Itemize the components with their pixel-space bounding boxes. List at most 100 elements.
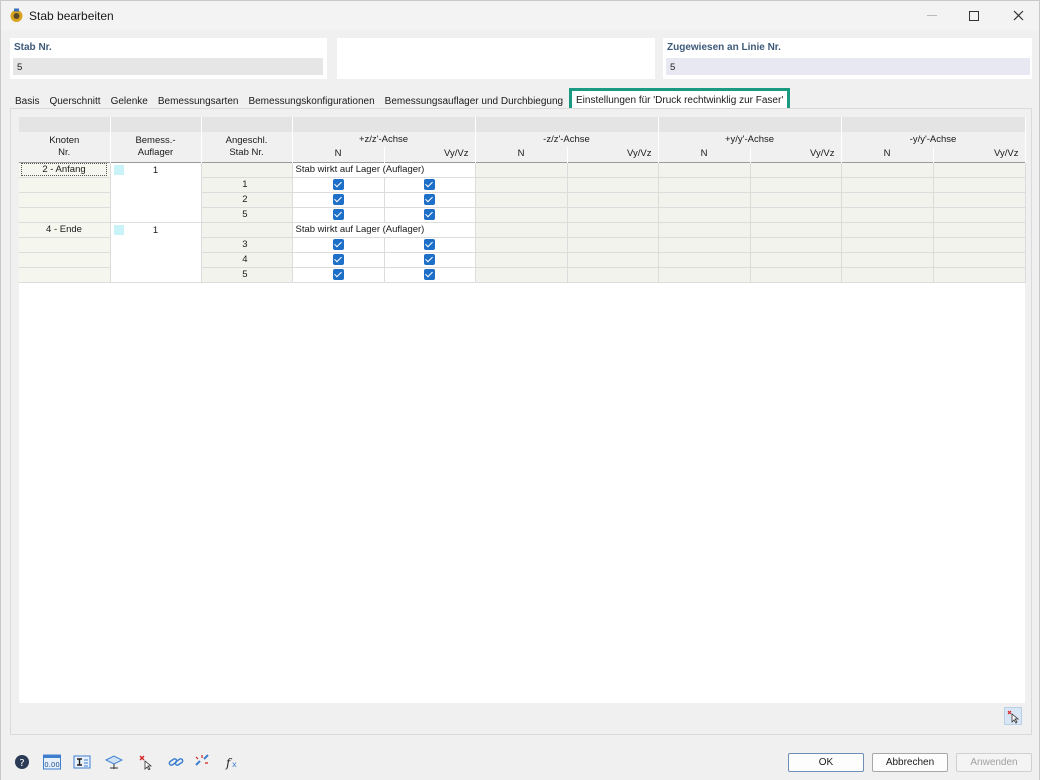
auflager-cell[interactable]: 1 [110,221,202,283]
member-support-info: Stab wirkt auf Lager (Auflager) [292,161,476,178]
empty-cell [933,221,1026,238]
empty-cell [841,237,934,253]
empty-cell [658,192,751,208]
empty-cell [475,221,568,238]
member-number: 4 [201,252,293,268]
checkbox-checked-icon[interactable] [332,208,344,220]
delete-selection-icon[interactable] [137,753,155,770]
apply-button[interactable]: Anwenden [956,753,1032,772]
subheader-n: N [475,147,568,162]
col-header-auflager: Bemess.- Auflager [110,132,202,162]
close-button[interactable] [995,1,1040,30]
checkbox-checked-icon[interactable] [424,268,435,280]
maximize-button[interactable] [951,1,997,30]
empty-cell [841,207,934,223]
stab-nr-field[interactable]: 5 [13,58,323,75]
link-icon[interactable] [167,753,185,770]
subheader-n: N [292,147,385,162]
checkbox-cell[interactable] [292,237,385,253]
empty-cell [475,252,568,268]
empty-cell [567,207,659,223]
unlink-icon[interactable] [193,753,211,770]
empty-cell [933,161,1026,178]
checkbox-cell[interactable] [384,267,476,283]
checkbox-checked-icon[interactable] [332,178,344,190]
empty-cell [567,252,659,268]
empty-cell [567,161,659,178]
empty-cell [933,177,1026,193]
empty-cell [933,192,1026,208]
col-header-angeschl: Angeschl. Stab Nr. [201,132,293,162]
close-icon [1013,10,1023,21]
empty-cell [933,237,1026,253]
function-icon[interactable]: fx [223,753,241,770]
svg-text:x: x [232,760,237,769]
table-row[interactable]: 2 - Anfang 1 Stab wirkt auf Lager (Aufla… [19,161,1026,223]
auflager-value: 1 [152,164,159,176]
knoten-cell[interactable]: 2 - Anfang [19,161,111,178]
svg-text:?: ? [19,758,24,769]
empty-info-panel [337,38,655,79]
empty-cell [841,221,934,238]
group-header-plus-z: +z/z'-Achse [292,132,476,147]
checkbox-cell[interactable] [384,192,476,208]
knoten-cell[interactable]: 4 - Ende [19,221,111,238]
empty-cell [19,192,111,208]
empty-cell [841,252,934,268]
table-row[interactable]: 4 - Ende 1 Stab wirkt auf Lager (Auflage… [19,221,1026,283]
zugewiesen-field[interactable]: 5 [666,58,1030,75]
view-icon[interactable] [105,753,123,770]
checkbox-checked-icon[interactable] [424,193,435,205]
cancel-button[interactable]: Abbrechen [872,753,948,772]
member-number: 3 [201,237,293,253]
select-in-model-button[interactable] [1004,707,1022,725]
group-header-plus-y: +y/y'-Achse [658,132,842,147]
col-header-knoten: Knoten Nr. [19,132,111,162]
checkbox-checked-icon[interactable] [332,268,344,280]
empty-cell [750,237,842,253]
empty-cell [201,161,293,178]
empty-cell [841,177,934,193]
subheader-vy-vz: Vy/Vz [933,147,1026,162]
checkbox-checked-icon[interactable] [424,208,435,220]
empty-cell [658,252,751,268]
checkbox-checked-icon[interactable] [424,238,435,250]
window-title: Stab bearbeiten [29,9,114,23]
checkbox-cell[interactable] [292,207,385,223]
minimize-button[interactable] [909,1,955,30]
auflager-cell[interactable]: 1 [110,161,202,223]
group-header-minus-y: -y/y'-Achse [841,132,1026,147]
ok-button[interactable]: OK [788,753,864,772]
checkbox-checked-icon[interactable] [424,253,435,265]
empty-cell [475,161,568,178]
units-icon[interactable]: 0.00 [43,753,61,770]
knoten-value: 4 - Ende [46,224,82,235]
checkbox-cell[interactable] [384,177,476,193]
checkbox-cell[interactable] [292,252,385,268]
col-bemess-line1: Bemess.- [135,134,176,146]
member-number: 2 [201,192,293,208]
col-angeschl-line1: Angeschl. [225,134,268,146]
checkbox-checked-icon[interactable] [424,178,435,190]
section-icon[interactable] [73,753,91,770]
checkbox-cell[interactable] [292,177,385,193]
checkbox-checked-icon[interactable] [332,253,344,265]
empty-cell [567,177,659,193]
checkbox-cell[interactable] [292,267,385,283]
checkbox-cell[interactable] [384,252,476,268]
checkbox-checked-icon[interactable] [332,238,344,250]
empty-cell [19,267,111,283]
empty-cell [567,267,659,283]
help-icon[interactable]: ? [13,753,31,770]
checkbox-cell[interactable] [292,192,385,208]
empty-cell [658,221,751,238]
subheader-n: N [658,147,751,162]
empty-cell [567,192,659,208]
checkbox-cell[interactable] [384,207,476,223]
minimize-icon [927,15,937,16]
empty-cell [750,207,842,223]
checkbox-checked-icon[interactable] [332,193,344,205]
empty-cell [658,177,751,193]
checkbox-cell[interactable] [384,237,476,253]
empty-cell [201,221,293,238]
